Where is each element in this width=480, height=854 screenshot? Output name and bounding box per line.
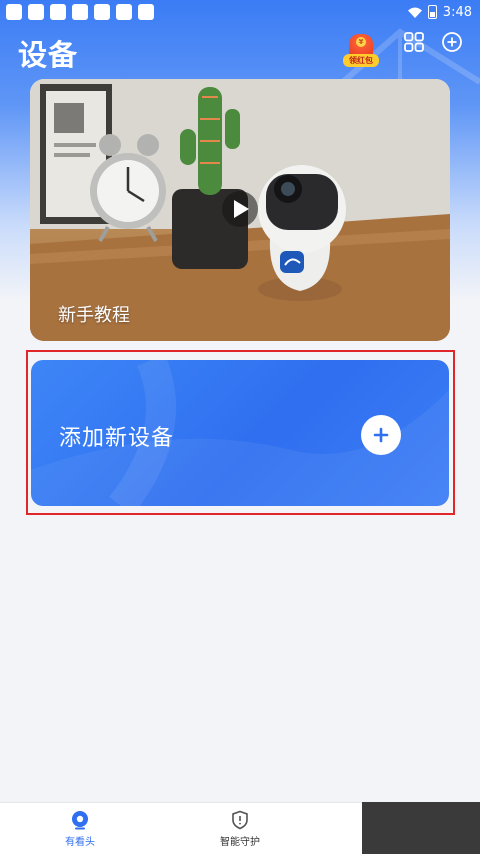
status-bar: 3:48 [0,0,480,24]
tutorial-label: 新手教程 [58,305,130,326]
coin-icon: ¥ [356,37,366,47]
battery-icon [427,5,437,19]
notification-icon [28,4,44,20]
notification-icon [116,4,132,20]
tab-label: 智能守护 [220,837,260,848]
status-right: 3:48 [407,4,472,20]
camera-tab-icon [72,811,88,830]
redpack-button[interactable]: ¥ 领红包 [343,34,379,68]
add-device-plus-button[interactable] [361,415,401,455]
notification-icon [94,4,110,20]
status-time: 3:48 [442,4,472,20]
redpack-label: 领红包 [343,54,379,67]
notification-icon [6,4,22,20]
add-circle-icon [442,32,462,52]
page-title: 设备 [18,38,79,72]
add-device-label: 添加新设备 [59,426,175,451]
grid-icon [404,32,424,52]
add-button[interactable] [440,30,464,54]
tab-label: 有看头 [65,837,95,848]
plus-icon [373,427,389,443]
tutorial-banner[interactable]: 新手教程 [30,79,450,341]
tab-smart-guard[interactable]: 智能守护 [180,803,300,854]
tab-camera[interactable]: 有看头 [20,803,140,854]
notification-icon [138,4,154,20]
grid-button[interactable] [402,30,426,54]
wifi-icon [407,7,422,18]
notification-icon [72,4,88,20]
add-device-card[interactable]: 添加新设备 [31,360,449,506]
shield-tab-icon [232,810,248,830]
notification-icon [50,4,66,20]
overlay-corner [362,802,480,854]
notification-icons [6,4,154,20]
